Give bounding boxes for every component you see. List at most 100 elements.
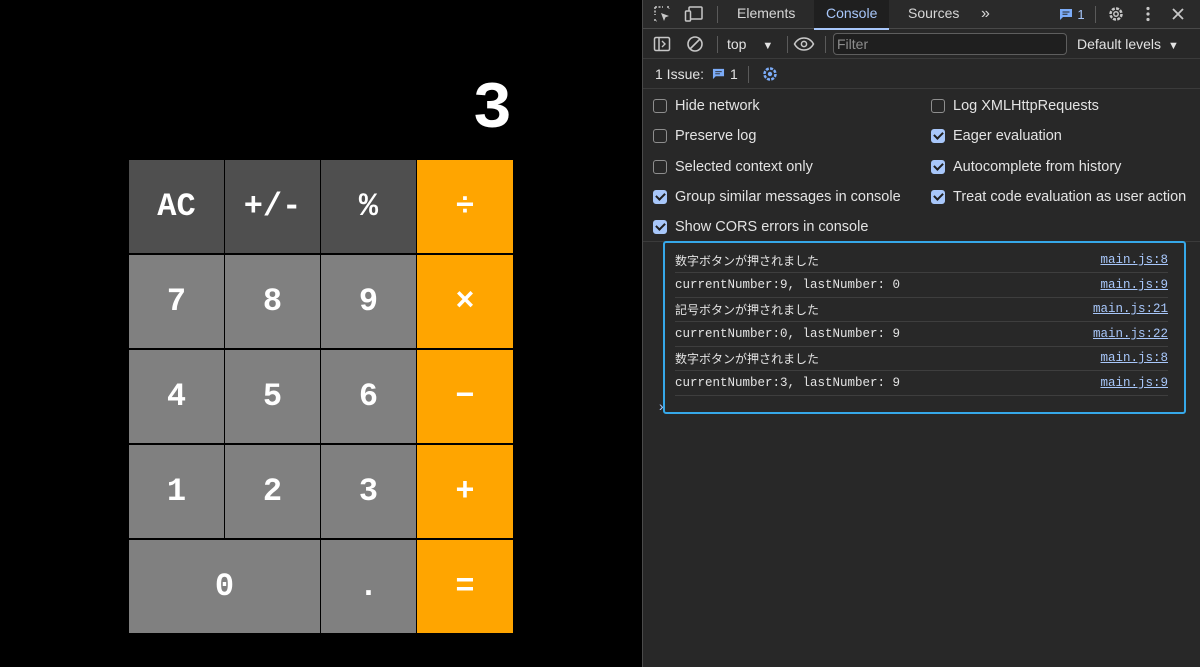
group-similar-option[interactable]: Group similar messages in console — [653, 187, 901, 207]
tab-elements[interactable]: Elements — [725, 0, 807, 29]
percent-button[interactable]: % — [321, 160, 416, 253]
eager-evaluation-option[interactable]: Eager evaluation — [931, 126, 1062, 146]
option-label: Group similar messages in console — [675, 189, 901, 205]
option-label: Selected context only — [675, 159, 813, 175]
source-link[interactable]: main.js:8 — [1100, 253, 1168, 267]
autocomplete-option[interactable]: Autocomplete from history — [931, 157, 1121, 177]
more-options-kebab-icon[interactable] — [1137, 4, 1159, 24]
console-message: 数字ボタンが押されました main.js:8 — [675, 346, 1168, 371]
console-message: currentNumber:0, lastNumber: 9 main.js:2… — [675, 322, 1168, 347]
digit-7-button[interactable]: 7 — [129, 255, 224, 348]
checkbox-checked[interactable] — [653, 220, 667, 234]
source-link[interactable]: main.js:21 — [1093, 302, 1168, 316]
console-settings-gear-icon[interactable] — [759, 64, 781, 84]
log-levels-dropdown[interactable]: Default levels ▼ — [1077, 34, 1179, 57]
close-devtools-icon[interactable] — [1167, 4, 1189, 24]
live-expression-eye-icon[interactable] — [791, 34, 817, 54]
message-text: 数字ボタンが押されました — [675, 253, 820, 268]
console-message: currentNumber:9, lastNumber: 0 main.js:9 — [675, 273, 1168, 298]
toolbar-divider — [825, 36, 826, 53]
console-toolbar: top ▼ Default levels ▼ — [643, 30, 1200, 59]
console-messages: 数字ボタンが押されました main.js:8 currentNumber:9, … — [663, 241, 1186, 414]
log-levels-label: Default levels — [1077, 36, 1162, 52]
calculator-keypad: AC +/- % ÷ 7 8 9 × 4 5 6 − 1 2 3 + 0 . = — [129, 160, 513, 633]
settings-gear-icon[interactable] — [1105, 4, 1127, 24]
subtract-button[interactable]: − — [417, 350, 513, 443]
toolbar-divider — [717, 36, 718, 53]
digit-2-button[interactable]: 2 — [225, 445, 320, 538]
clear-console-icon[interactable] — [684, 34, 706, 54]
calculator-app: 3 AC +/- % ÷ 7 8 9 × 4 5 6 − 1 2 3 + 0 .… — [0, 0, 642, 667]
issues-counter[interactable]: 1 — [1055, 4, 1089, 24]
checkbox-checked[interactable] — [931, 190, 945, 204]
all-clear-button[interactable]: AC — [129, 160, 224, 253]
message-icon — [1060, 8, 1073, 20]
issues-divider — [748, 66, 749, 83]
console-filter-input[interactable] — [833, 33, 1067, 55]
issues-count: 1 — [730, 66, 738, 82]
console-message: currentNumber:3, lastNumber: 9 main.js:9 — [675, 371, 1168, 396]
source-link[interactable]: main.js:9 — [1100, 376, 1168, 390]
dropdown-arrow-icon: ▼ — [762, 40, 774, 52]
option-label: Autocomplete from history — [953, 159, 1122, 175]
digit-8-button[interactable]: 8 — [225, 255, 320, 348]
context-select-value: top — [727, 36, 747, 52]
checkbox-unchecked[interactable] — [653, 160, 667, 174]
checkbox-checked[interactable] — [931, 129, 945, 143]
checkbox-checked[interactable] — [653, 190, 667, 204]
sidebar-toggle-icon[interactable] — [651, 34, 673, 54]
hide-network-option[interactable]: Hide network — [653, 96, 760, 116]
digit-6-button[interactable]: 6 — [321, 350, 416, 443]
option-label: Preserve log — [675, 128, 757, 144]
tabbar-divider — [1095, 6, 1096, 23]
digit-9-button[interactable]: 9 — [321, 255, 416, 348]
log-xhr-option[interactable]: Log XMLHttpRequests — [931, 96, 1099, 116]
more-tabs-chevron-icon[interactable]: » — [969, 0, 1002, 29]
message-text: currentNumber:3, lastNumber: 9 — [675, 376, 901, 390]
devtools-tabbar: Elements Console Sources » 1 — [643, 0, 1200, 30]
calculator-display: 3 — [472, 72, 512, 147]
option-label: Hide network — [675, 98, 760, 114]
treat-code-eval-option[interactable]: Treat code evaluation as user action — [931, 187, 1186, 207]
inspect-element-icon[interactable] — [651, 4, 673, 24]
digit-0-button[interactable]: 0 — [129, 540, 320, 633]
message-icon — [712, 68, 725, 80]
digit-3-button[interactable]: 3 — [321, 445, 416, 538]
toggle-sign-button[interactable]: +/- — [225, 160, 320, 253]
tab-console[interactable]: Console — [814, 0, 890, 30]
tabbar-divider — [717, 6, 718, 23]
message-text: currentNumber:0, lastNumber: 9 — [675, 327, 901, 341]
preserve-log-option[interactable]: Preserve log — [653, 126, 756, 146]
divide-button[interactable]: ÷ — [417, 160, 513, 253]
devtools-panel: Elements Console Sources » 1 top ▼ Filte… — [642, 0, 1200, 667]
add-button[interactable]: + — [417, 445, 513, 538]
option-label: Show CORS errors in console — [675, 219, 869, 235]
digit-4-button[interactable]: 4 — [129, 350, 224, 443]
tab-sources[interactable]: Sources — [896, 0, 971, 29]
checkbox-checked[interactable] — [931, 160, 945, 174]
message-text: 記号ボタンが押されました — [675, 302, 820, 317]
source-link[interactable]: main.js:22 — [1093, 327, 1168, 341]
digit-1-button[interactable]: 1 — [129, 445, 224, 538]
show-cors-option[interactable]: Show CORS errors in console — [653, 217, 868, 237]
checkbox-unchecked[interactable] — [653, 129, 667, 143]
source-link[interactable]: main.js:8 — [1100, 351, 1168, 365]
checkbox-unchecked[interactable] — [653, 99, 667, 113]
source-link[interactable]: main.js:9 — [1100, 278, 1168, 292]
issues-link[interactable]: 1 — [712, 66, 738, 82]
context-select[interactable]: top ▼ — [727, 34, 773, 55]
device-toolbar-icon[interactable] — [683, 4, 705, 24]
issues-label: 1 Issue: — [655, 66, 705, 82]
option-label: Eager evaluation — [953, 128, 1062, 144]
digit-5-button[interactable]: 5 — [225, 350, 320, 443]
option-label: Log XMLHttpRequests — [953, 98, 1099, 114]
selected-context-option[interactable]: Selected context only — [653, 157, 813, 177]
issues-bar: 1 Issue: 1 — [643, 60, 1200, 89]
equals-button[interactable]: = — [417, 540, 513, 633]
message-text: currentNumber:9, lastNumber: 0 — [675, 278, 901, 292]
checkbox-unchecked[interactable] — [931, 99, 945, 113]
multiply-button[interactable]: × — [417, 255, 513, 348]
decimal-button[interactable]: . — [321, 540, 416, 633]
message-text: 数字ボタンが押されました — [675, 351, 820, 366]
toolbar-divider — [787, 36, 788, 53]
